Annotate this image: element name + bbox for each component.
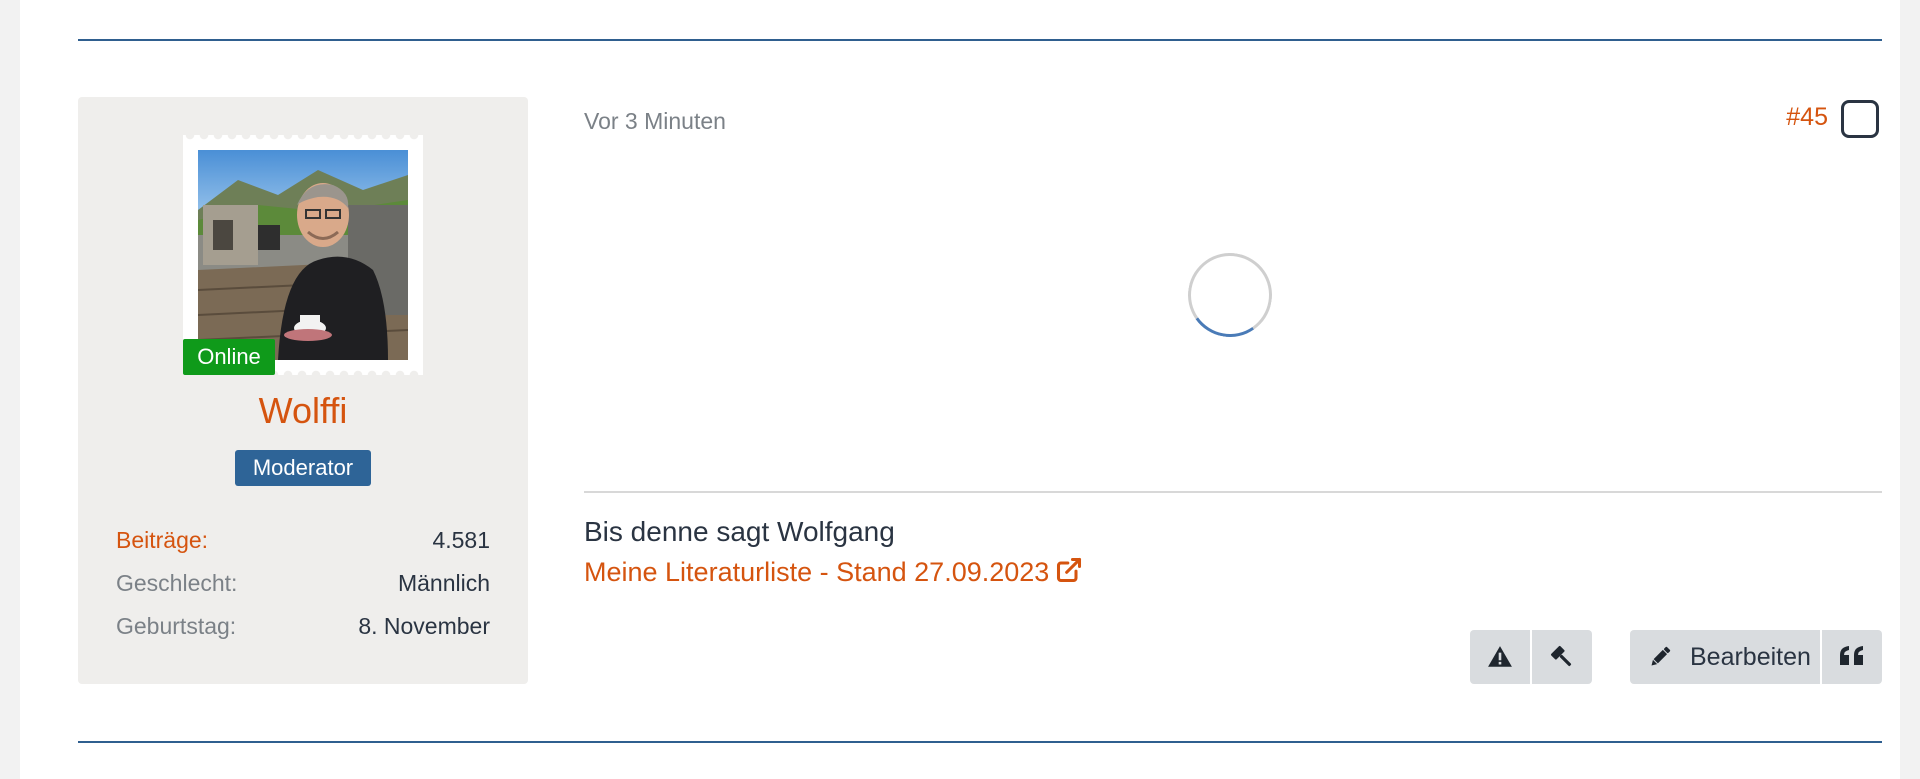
author-sidebar: Online Wolffi Moderator Beiträge: 4.581 …: [78, 97, 528, 684]
post-permalink-number[interactable]: #45: [1768, 102, 1828, 132]
avatar-photo: [198, 150, 408, 360]
post-divider-bottom: [78, 741, 1882, 743]
stat-birthday: Geburtstag: 8. November: [116, 611, 490, 641]
edit-button[interactable]: Bearbeiten: [1630, 630, 1820, 684]
stat-posts: Beiträge: 4.581: [116, 525, 490, 555]
gavel-icon: [1550, 645, 1572, 667]
stat-gender: Geschlecht: Männlich: [116, 568, 490, 598]
post-timestamp[interactable]: Vor 3 Minuten: [584, 106, 726, 136]
page-container: Online Wolffi Moderator Beiträge: 4.581 …: [20, 0, 1900, 779]
external-link-icon: [1055, 556, 1083, 592]
stat-posts-label[interactable]: Beiträge:: [116, 525, 208, 555]
online-status-badge: Online: [183, 339, 275, 375]
signature-divider: [584, 491, 1882, 493]
signature-link-label[interactable]: Meine Literaturliste - Stand 27.09.2023: [584, 557, 1049, 587]
pencil-icon: [1651, 646, 1671, 666]
stat-birthday-value: 8. November: [358, 613, 490, 639]
loading-spinner: [1181, 246, 1279, 344]
author-username[interactable]: Wolffi: [78, 389, 528, 433]
signature-link[interactable]: Meine Literaturliste - Stand 27.09.2023: [584, 555, 1083, 592]
edit-button-label: Bearbeiten: [1690, 643, 1811, 671]
stat-gender-label: Geschlecht:: [116, 570, 238, 596]
report-button[interactable]: [1470, 630, 1530, 684]
warning-icon: [1488, 646, 1512, 667]
quote-button[interactable]: [1822, 630, 1882, 684]
stat-birthday-label: Geburtstag:: [116, 613, 237, 639]
stat-posts-value: 4.581: [432, 527, 490, 553]
stat-gender-value: Männlich: [397, 570, 490, 596]
post-select-checkbox[interactable]: [1841, 100, 1879, 138]
post-divider-top: [78, 39, 1882, 41]
signature-text: Bis denne sagt Wolfgang: [584, 516, 895, 547]
moderation-button[interactable]: [1532, 630, 1592, 684]
quote-icon: [1840, 646, 1863, 665]
rank-badge: Moderator: [235, 450, 371, 486]
